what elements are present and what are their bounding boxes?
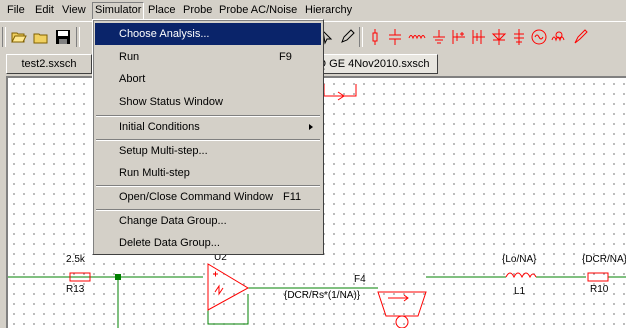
opamp-u2: [207, 263, 250, 311]
ground-icon[interactable]: [430, 28, 448, 46]
menu-item-label: Delete Data Group...: [119, 237, 220, 249]
new-folder-icon[interactable]: [32, 28, 50, 46]
menu-item-label: Run Multi-step: [119, 167, 190, 179]
menu-item-label: Choose Analysis...: [119, 28, 210, 40]
menu-file[interactable]: File: [4, 3, 28, 17]
pencil-icon[interactable]: [338, 28, 356, 46]
capacitor-icon[interactable]: [386, 28, 404, 46]
resistor-r10: [587, 272, 609, 282]
menu-simulator[interactable]: Simulator: [92, 2, 145, 20]
save-icon[interactable]: [54, 28, 72, 46]
f4-name: F4: [354, 274, 366, 285]
menu-item-label: Initial Conditions: [119, 121, 200, 133]
menu-item-label: Setup Multi-step...: [119, 145, 208, 157]
r10-name: R10: [590, 284, 609, 295]
menu-item-setup-multi-step[interactable]: Setup Multi-step...: [95, 140, 321, 162]
menu-edit[interactable]: Edit: [32, 3, 57, 17]
open-folder-icon[interactable]: [10, 28, 28, 46]
inductor-l1: [505, 272, 537, 279]
dc-source-icon[interactable]: [450, 28, 468, 46]
menu-item-choose-analysis[interactable]: Choose Analysis...: [95, 23, 321, 45]
f4-circle: [395, 315, 409, 328]
menu-probe[interactable]: Probe: [180, 3, 215, 17]
tab-test2[interactable]: test2.sxsch: [6, 54, 92, 74]
menu-item-change-data-group[interactable]: Change Data Group...: [95, 210, 321, 232]
menu-item-abort[interactable]: Abort: [95, 68, 321, 90]
r13-value: 2.5k: [66, 254, 85, 265]
ac-source-icon[interactable]: [530, 28, 548, 46]
resistor-icon[interactable]: [366, 28, 384, 46]
simulator-menu: Choose Analysis... Run F9 Abort Show Stat…: [92, 19, 324, 255]
menu-item-shortcut: F9: [279, 51, 292, 63]
l1-value: {Lo/NA}: [502, 254, 537, 265]
junction-dot: [115, 274, 121, 280]
transformer-icon[interactable]: [550, 28, 568, 46]
opamp-minus: [214, 284, 224, 296]
battery-icon[interactable]: [470, 28, 488, 46]
menu-item-label: Change Data Group...: [119, 215, 227, 227]
menu-hierarchy[interactable]: Hierarchy: [302, 3, 355, 17]
menu-item-label: Abort: [119, 73, 146, 85]
menu-place[interactable]: Place: [145, 3, 179, 17]
menu-item-show-status-window[interactable]: Show Status Window: [95, 91, 321, 113]
menu-item-delete-data-group[interactable]: Delete Data Group...: [95, 232, 321, 254]
menu-item-open-close-command-window[interactable]: Open/Close Command Window F11: [95, 186, 321, 208]
inductor-icon[interactable]: [408, 28, 426, 46]
l1-name: L1: [514, 286, 526, 297]
menu-item-label: Show Status Window: [119, 96, 223, 108]
r13-name: R13: [66, 284, 85, 295]
menu-view[interactable]: View: [59, 3, 89, 17]
probe-pen-icon[interactable]: [572, 28, 590, 46]
menu-item-shortcut: F11: [283, 191, 302, 203]
submenu-arrow-icon: [309, 124, 313, 130]
zener-icon[interactable]: [510, 28, 528, 46]
menu-item-initial-conditions[interactable]: Initial Conditions: [95, 116, 321, 138]
diode-icon[interactable]: [490, 28, 508, 46]
r10-value: {DCR/NA}: [582, 254, 626, 265]
opamp-plus: [213, 271, 218, 277]
toolbar-separator-2: [359, 27, 363, 47]
menu-item-run-multi-step[interactable]: Run Multi-step: [95, 162, 321, 184]
menu-item-label: Run: [119, 51, 140, 63]
source-f4: [377, 291, 427, 317]
menu-item-label: Open/Close Command Window: [119, 191, 274, 203]
menu-probe-ac-noise[interactable]: Probe AC/Noise: [216, 3, 300, 17]
menu-bar: File Edit View Simulator Place Probe Pro…: [0, 0, 626, 20]
toolbar-grip: [2, 27, 6, 47]
f4-value: {DCR/Rs*(1/NA)}: [284, 290, 361, 301]
toolbar-separator: [76, 27, 80, 47]
top-component-fragment: [323, 84, 357, 97]
menu-item-run[interactable]: Run F9: [95, 46, 321, 68]
